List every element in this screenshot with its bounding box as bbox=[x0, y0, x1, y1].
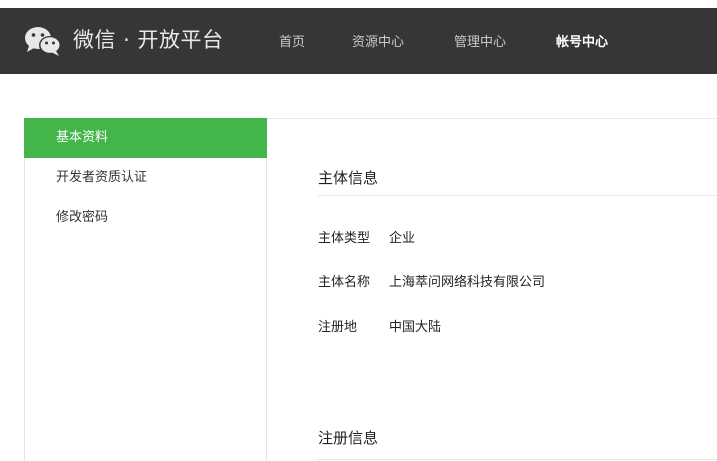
sidebar: 基本资料 开发者资质认证 修改密码 bbox=[24, 118, 267, 461]
field-value-subject-type: 企业 bbox=[389, 231, 416, 246]
sidebar-item-developer-certification[interactable]: 开发者资质认证 bbox=[24, 158, 267, 198]
top-strip bbox=[0, 0, 717, 8]
wechat-logo-icon[interactable] bbox=[24, 25, 62, 57]
sidebar-item-basic-info[interactable]: 基本资料 bbox=[24, 118, 267, 158]
top-header: 微信 · 开放平台 首页 资源中心 管理中心 帐号中心 bbox=[0, 8, 717, 74]
section-title-subject-info: 主体信息 bbox=[318, 169, 379, 187]
logo-text[interactable]: 微信 · 开放平台 bbox=[73, 27, 224, 53]
section-divider bbox=[318, 459, 717, 460]
sidebar-item-change-password[interactable]: 修改密码 bbox=[24, 198, 267, 238]
section-divider bbox=[318, 195, 717, 196]
field-label-registration-place: 注册地 bbox=[318, 320, 358, 335]
field-label-subject-type: 主体类型 bbox=[318, 231, 371, 246]
nav-home[interactable]: 首页 bbox=[279, 34, 305, 52]
field-label-subject-name: 主体名称 bbox=[318, 275, 371, 290]
nav-account-center[interactable]: 帐号中心 bbox=[556, 34, 608, 52]
content-top-divider bbox=[267, 118, 717, 119]
field-value-subject-name: 上海萃问网络科技有限公司 bbox=[389, 275, 546, 290]
section-title-registration-info: 注册信息 bbox=[318, 429, 379, 447]
field-value-registration-place: 中国大陆 bbox=[389, 320, 442, 335]
nav-management-center[interactable]: 管理中心 bbox=[454, 34, 506, 52]
nav-resource-center[interactable]: 资源中心 bbox=[352, 34, 404, 52]
